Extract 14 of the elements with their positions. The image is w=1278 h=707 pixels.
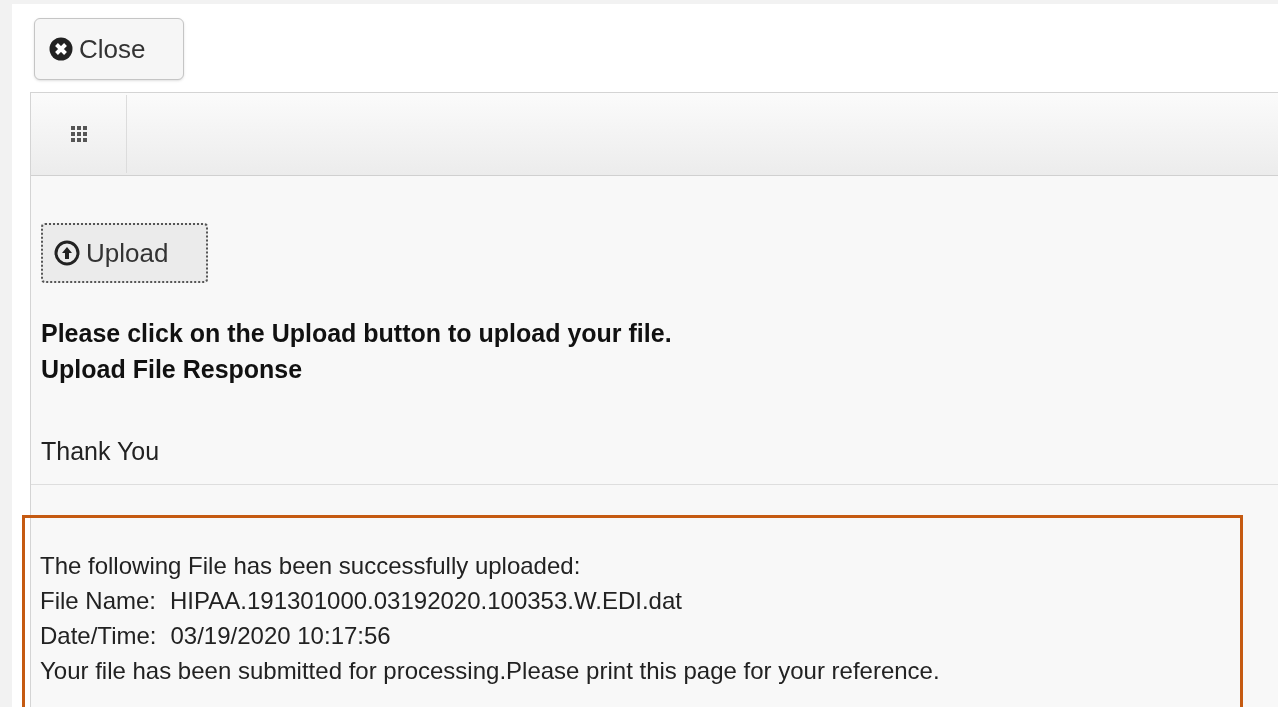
upload-success-text: The following File has been successfully uploaded:	[40, 551, 582, 581]
upload-button[interactable]: Upload	[41, 223, 208, 283]
grid-menu-icon[interactable]	[70, 126, 87, 142]
field-value: 03/19/2020 10:17:56	[170, 621, 391, 651]
instruction-text: Upload File Response	[41, 354, 304, 384]
field-label: File Name:	[40, 586, 157, 616]
close-icon	[49, 37, 73, 61]
close-button[interactable]: Close	[34, 18, 184, 80]
instruction-text: Please click on the Upload button to upload your file.	[41, 318, 673, 348]
upload-icon	[54, 240, 80, 266]
field-label: Date/Time:	[40, 621, 157, 651]
thank-you-text: Thank You	[41, 436, 161, 466]
field-value: HIPAA.191301000.03192020.100353.W.EDI.dat	[170, 586, 682, 616]
processing-note-text: Your file has been submitted for processing.Please print this page for your reference.	[40, 656, 940, 686]
